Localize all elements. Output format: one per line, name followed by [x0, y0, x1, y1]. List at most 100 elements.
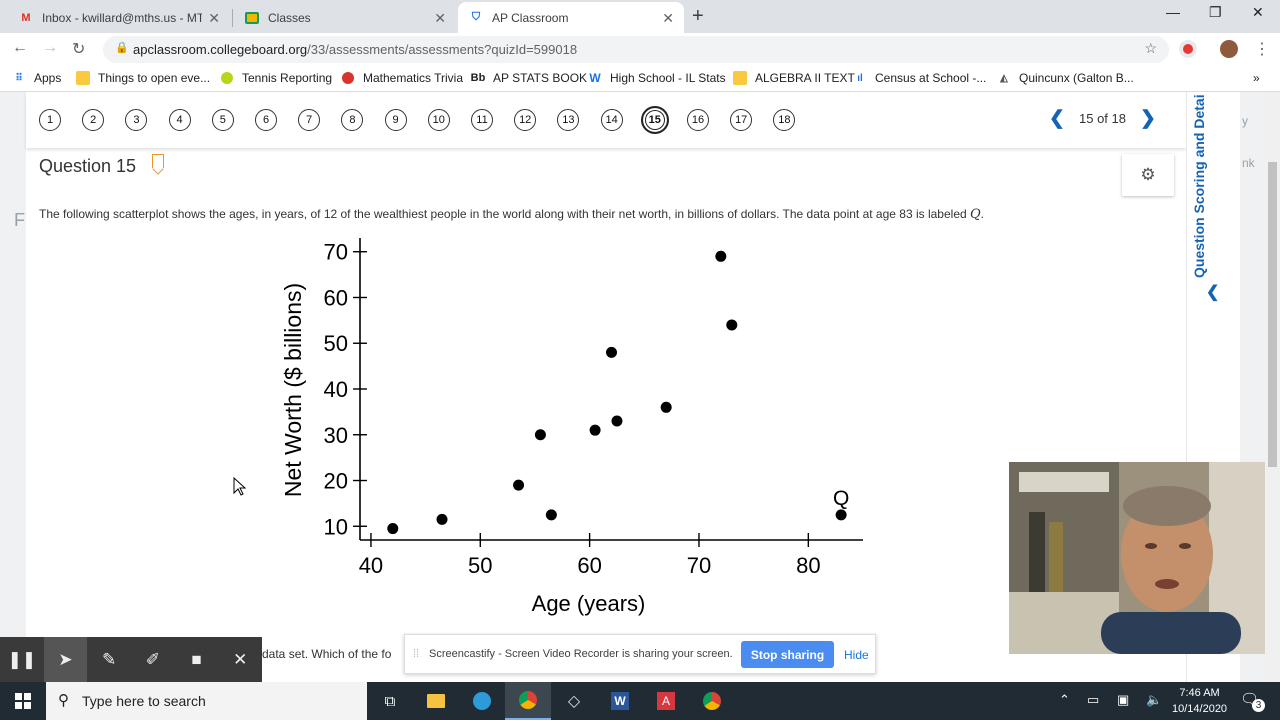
highlighter-icon[interactable]: ✐	[131, 637, 175, 682]
gmail-icon: M	[21, 11, 31, 24]
camera-icon[interactable]: ■	[175, 637, 219, 682]
tab-ap-classroom[interactable]: ⛉ AP Classroom ✕	[458, 2, 684, 33]
system-clock[interactable]: 7:46 AM 10/14/2020	[1172, 685, 1227, 717]
bookmark-label: Census at School -...	[875, 71, 987, 85]
classroom-icon	[244, 10, 260, 26]
bookmark-label: Mathematics Trivia	[363, 71, 464, 85]
browser-tab-strip: M Inbox - kwillard@mths.us - MTH ✕ Class…	[0, 0, 1280, 33]
menu-icon[interactable]: ⋮	[1254, 39, 1270, 59]
data-point	[436, 513, 448, 525]
browser-toolbar: ← → ↻ 🔒 apclassroom.collegeboard.org/33/…	[0, 33, 1280, 65]
y-tick-label: 60	[324, 285, 348, 310]
data-point	[715, 250, 727, 262]
back-icon[interactable]: ←	[12, 39, 28, 57]
notification-count: 3	[1252, 699, 1265, 712]
side-panel-title: Question Scoring and Detai	[1191, 94, 1207, 278]
tab-inbox[interactable]: M Inbox - kwillard@mths.us - MTH ✕	[8, 2, 230, 33]
chrome-second-icon[interactable]	[689, 682, 735, 720]
chrome-icon[interactable]	[505, 682, 551, 720]
lock-icon: 🔒	[115, 42, 129, 54]
partial-question-text: data set. Which of the fo	[262, 647, 392, 661]
forward-icon[interactable]: →	[42, 39, 58, 57]
new-tab-icon[interactable]: +	[692, 5, 704, 28]
bookmark-star-icon[interactable]: ☆	[1144, 40, 1157, 57]
tab-title: Classes	[268, 10, 311, 25]
url-path: /33/assessments/assessments?quizId=59901…	[307, 42, 578, 57]
y-tick-label: 50	[324, 331, 348, 356]
address-bar[interactable]: 🔒 apclassroom.collegeboard.org/33/assess…	[103, 36, 1169, 63]
webcam-overlay	[1009, 462, 1265, 654]
blackboard-icon: Bb	[470, 72, 486, 84]
close-window-icon[interactable]: ✕	[1252, 4, 1264, 21]
recorder-toolbar: ❚❚ ➤ ✎ ✐ ■ ✕	[0, 637, 262, 682]
geogebra-icon[interactable]: ◇	[551, 682, 597, 720]
stop-sharing-button[interactable]: Stop sharing	[741, 641, 834, 668]
quincunx-icon: ◭	[1000, 72, 1008, 84]
data-point	[606, 346, 617, 358]
background-fragment: y	[1242, 114, 1248, 128]
data-point	[534, 429, 546, 441]
drag-handle-icon[interactable]: ⁞⁞	[413, 648, 419, 660]
bookmark-label: ALGEBRA II TEXT	[755, 71, 855, 85]
webcam-video	[1009, 462, 1265, 654]
y-tick-label: 40	[324, 377, 348, 402]
bookmark-apps[interactable]: ⠿ Apps	[12, 71, 61, 85]
close-recorder-icon[interactable]: ✕	[218, 637, 262, 682]
taskbar-search[interactable]: ⚲ Type here to search	[46, 682, 367, 720]
task-view-icon[interactable]: ⧉	[367, 682, 413, 720]
file-explorer-icon[interactable]	[413, 682, 459, 720]
profile-avatar[interactable]	[1220, 40, 1238, 58]
x-tick-label: 40	[359, 553, 383, 578]
close-tab-icon[interactable]: ✕	[208, 10, 220, 27]
close-tab-icon[interactable]: ✕	[662, 10, 674, 27]
bookmark-label: Quincunx (Galton B...	[1019, 71, 1134, 85]
extension-icon[interactable]	[1179, 40, 1197, 58]
bookmark-label: Apps	[34, 71, 62, 85]
search-placeholder: Type here to search	[82, 693, 206, 709]
bookmark-ap-stats[interactable]: Bb AP STATS BOOK	[471, 71, 587, 85]
data-point	[660, 401, 672, 413]
network-icon[interactable]: ▣	[1117, 692, 1129, 708]
bookmark-tennis[interactable]: Tennis Reporting	[220, 71, 332, 85]
bookmark-trivia[interactable]: Mathematics Trivia	[341, 71, 463, 85]
mouse-cursor-icon	[233, 477, 247, 496]
bookmark-il-stats[interactable]: W High School - IL Stats	[588, 71, 725, 85]
bookmark-things[interactable]: Things to open eve...	[76, 71, 210, 85]
bookmark-algebra[interactable]: ALGEBRA II TEXT	[733, 71, 855, 85]
hide-button[interactable]: Hide	[844, 648, 869, 662]
data-point	[726, 319, 738, 331]
tab-divider	[232, 9, 233, 27]
close-tab-icon[interactable]: ✕	[434, 10, 446, 27]
tab-classes[interactable]: Classes ✕	[234, 2, 456, 33]
minimize-icon[interactable]: —	[1166, 4, 1180, 20]
y-tick-label: 70	[324, 240, 348, 265]
url-domain: apclassroom.collegeboard.org	[133, 42, 308, 57]
word-icon[interactable]: W	[597, 682, 643, 720]
maximize-icon[interactable]: ❐	[1209, 4, 1222, 21]
chevron-left-icon[interactable]: ❮	[1206, 282, 1219, 302]
y-axis-label: Net Worth ($ billions)	[280, 283, 306, 497]
clock-time: 7:46 AM	[1179, 687, 1220, 699]
pointer-icon[interactable]: ➤	[43, 637, 88, 682]
pen-icon[interactable]: ✎	[87, 637, 131, 682]
usb-tray-icon[interactable]: ▭	[1087, 692, 1099, 708]
bar-chart-icon: ıl	[857, 72, 863, 84]
bookmark-quincunx[interactable]: ◭ Quincunx (Galton B...	[997, 71, 1134, 85]
windows-start-icon[interactable]	[0, 682, 46, 720]
page-scrollbar[interactable]	[1266, 92, 1280, 682]
left-gutter: F	[0, 92, 26, 682]
url-text: apclassroom.collegeboard.org/33/assessme…	[133, 42, 577, 57]
volume-icon[interactable]: 🔈	[1146, 692, 1162, 708]
scrollbar-thumb[interactable]	[1268, 162, 1277, 467]
y-tick-label: 10	[324, 514, 348, 539]
show-hidden-icons[interactable]: ⌃	[1059, 692, 1070, 708]
data-point	[545, 509, 557, 521]
acrobat-icon[interactable]: A	[643, 682, 689, 720]
pause-icon[interactable]: ❚❚	[0, 637, 44, 682]
reload-icon[interactable]: ↻	[72, 39, 85, 59]
more-bookmarks-icon[interactable]: »	[1253, 71, 1260, 85]
bookmark-census[interactable]: ıl Census at School -...	[853, 71, 986, 85]
folder-icon	[733, 71, 747, 85]
edge-icon[interactable]	[459, 682, 505, 720]
tennis-ball-icon	[220, 71, 234, 85]
